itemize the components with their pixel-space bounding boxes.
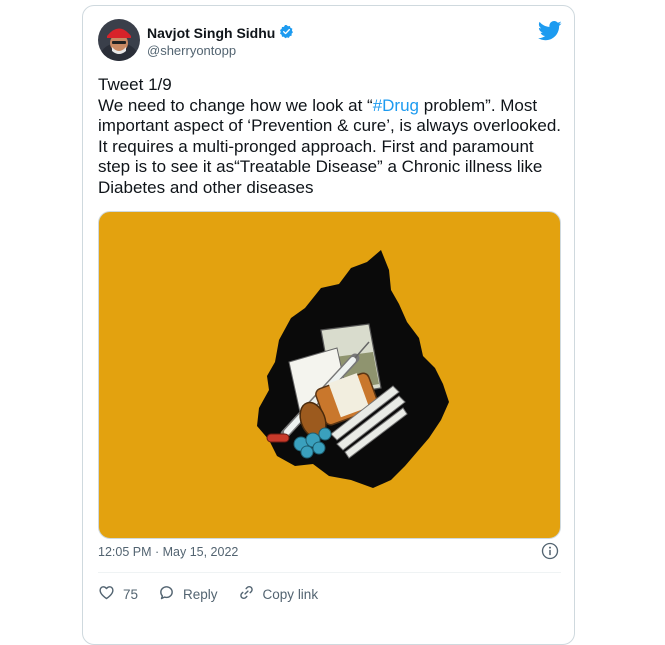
- speech-bubble-icon: [158, 584, 175, 604]
- reply-label: Reply: [183, 586, 218, 602]
- author-display-name[interactable]: Navjot Singh Sidhu: [147, 25, 275, 41]
- info-icon[interactable]: [541, 542, 559, 560]
- tweet-card[interactable]: Navjot Singh Sidhu @sherryontopp Tweet 1…: [82, 5, 575, 645]
- verified-badge-icon: [279, 24, 294, 42]
- copy-link-label: Copy link: [262, 586, 319, 602]
- tweet-text-part-1: We need to change how we look at “: [98, 95, 373, 115]
- tweet-body: We need to change how we look at “#Drug …: [98, 96, 568, 199]
- divider: [98, 572, 561, 573]
- heart-icon: [98, 584, 115, 604]
- avatar[interactable]: [98, 19, 140, 61]
- tweet-timestamp[interactable]: 12:05 PM · May 15, 2022: [98, 545, 238, 559]
- tweet-actions: 75 Reply Copy link: [98, 579, 338, 609]
- tweet-counter: Tweet 1/9: [98, 75, 172, 94]
- tweet-image[interactable]: [98, 211, 561, 539]
- hashtag-link[interactable]: #Drug: [373, 96, 419, 115]
- drug-map-illustration: [257, 250, 449, 488]
- author-handle[interactable]: @sherryontopp: [147, 43, 236, 58]
- copy-link-button[interactable]: Copy link: [238, 584, 319, 604]
- reply-button[interactable]: Reply: [158, 584, 218, 604]
- like-button[interactable]: 75: [98, 584, 138, 604]
- like-count: 75: [123, 586, 139, 602]
- link-icon: [238, 584, 255, 604]
- author-name[interactable]: Navjot Singh Sidhu: [147, 24, 294, 42]
- twitter-bird-icon[interactable]: [538, 20, 562, 42]
- tweet-text: Tweet 1/9 We need to change how we look …: [98, 75, 568, 198]
